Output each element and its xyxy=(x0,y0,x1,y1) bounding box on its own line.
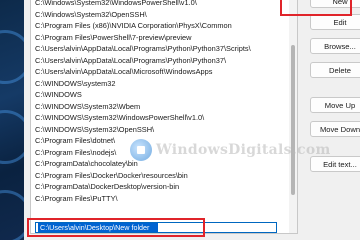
wallpaper-swirl xyxy=(0,110,24,164)
path-entry[interactable]: C:\Program Files\Docker\Docker\resources… xyxy=(31,170,287,182)
path-entry[interactable]: C:\Users\alvin\AppData\Local\Programs\Py… xyxy=(31,55,287,67)
path-entry[interactable]: C:\ProgramData\chocolatey\bin xyxy=(31,158,287,170)
path-entry[interactable]: C:\Program Files\dotnet\ xyxy=(31,135,287,147)
path-entry[interactable]: C:\Program Files\PowerShell\7-preview\pr… xyxy=(31,32,287,44)
path-entry[interactable]: C:\Users\alvin\AppData\Local\Microsoft\W… xyxy=(31,66,287,78)
path-list: C:\Windows\System32\WindowsPowerShell\v1… xyxy=(31,0,287,204)
path-entry[interactable]: C:\WINDOWS\System32\WindowsPowerShell\v1… xyxy=(31,112,287,124)
path-list-panel: C:\Windows\System32\WindowsPowerShell\v1… xyxy=(30,0,298,234)
scrollbar-thumb[interactable] xyxy=(291,45,295,195)
edit-text-button[interactable]: Edit text... xyxy=(310,156,360,172)
path-entry[interactable]: C:\WINDOWS\System32\Wbem xyxy=(31,101,287,113)
path-entry[interactable]: C:\Program Files (x86)\NVIDIA Corporatio… xyxy=(31,20,287,32)
desktop-background xyxy=(0,0,24,240)
new-button-highlight xyxy=(280,0,352,16)
path-entry[interactable]: C:\Windows\System32\WindowsPowerShell\v1… xyxy=(31,0,287,9)
path-entry[interactable]: C:\Program Files\PuTTY\ xyxy=(31,193,287,205)
wallpaper-swirl xyxy=(0,190,24,240)
browse-button[interactable]: Browse... xyxy=(310,38,360,54)
path-entry[interactable]: C:\WINDOWS\system32 xyxy=(31,78,287,90)
move-down-button[interactable]: Move Down xyxy=(310,121,360,137)
path-entry[interactable]: C:\WINDOWS\System32\OpenSSH\ xyxy=(31,124,287,136)
path-entry[interactable]: C:\Users\alvin\AppData\Local\Programs\Py… xyxy=(31,43,287,55)
path-entry[interactable]: C:\WINDOWS xyxy=(31,89,287,101)
delete-button[interactable]: Delete xyxy=(310,62,360,78)
list-scrollbar[interactable] xyxy=(289,0,297,233)
wallpaper-swirl xyxy=(0,30,24,84)
path-entry[interactable]: C:\Program Files\nodejs\ xyxy=(31,147,287,159)
move-up-button[interactable]: Move Up xyxy=(310,97,360,113)
edit-button[interactable]: Edit xyxy=(310,14,360,30)
editor-highlight xyxy=(27,218,205,237)
edit-environment-variable-dialog: C:\Windows\System32\WindowsPowerShell\v1… xyxy=(24,0,360,240)
path-entry[interactable]: C:\Windows\System32\OpenSSH\ xyxy=(31,9,287,21)
path-entry[interactable]: C:\ProgramData\DockerDesktop\version-bin xyxy=(31,181,287,193)
